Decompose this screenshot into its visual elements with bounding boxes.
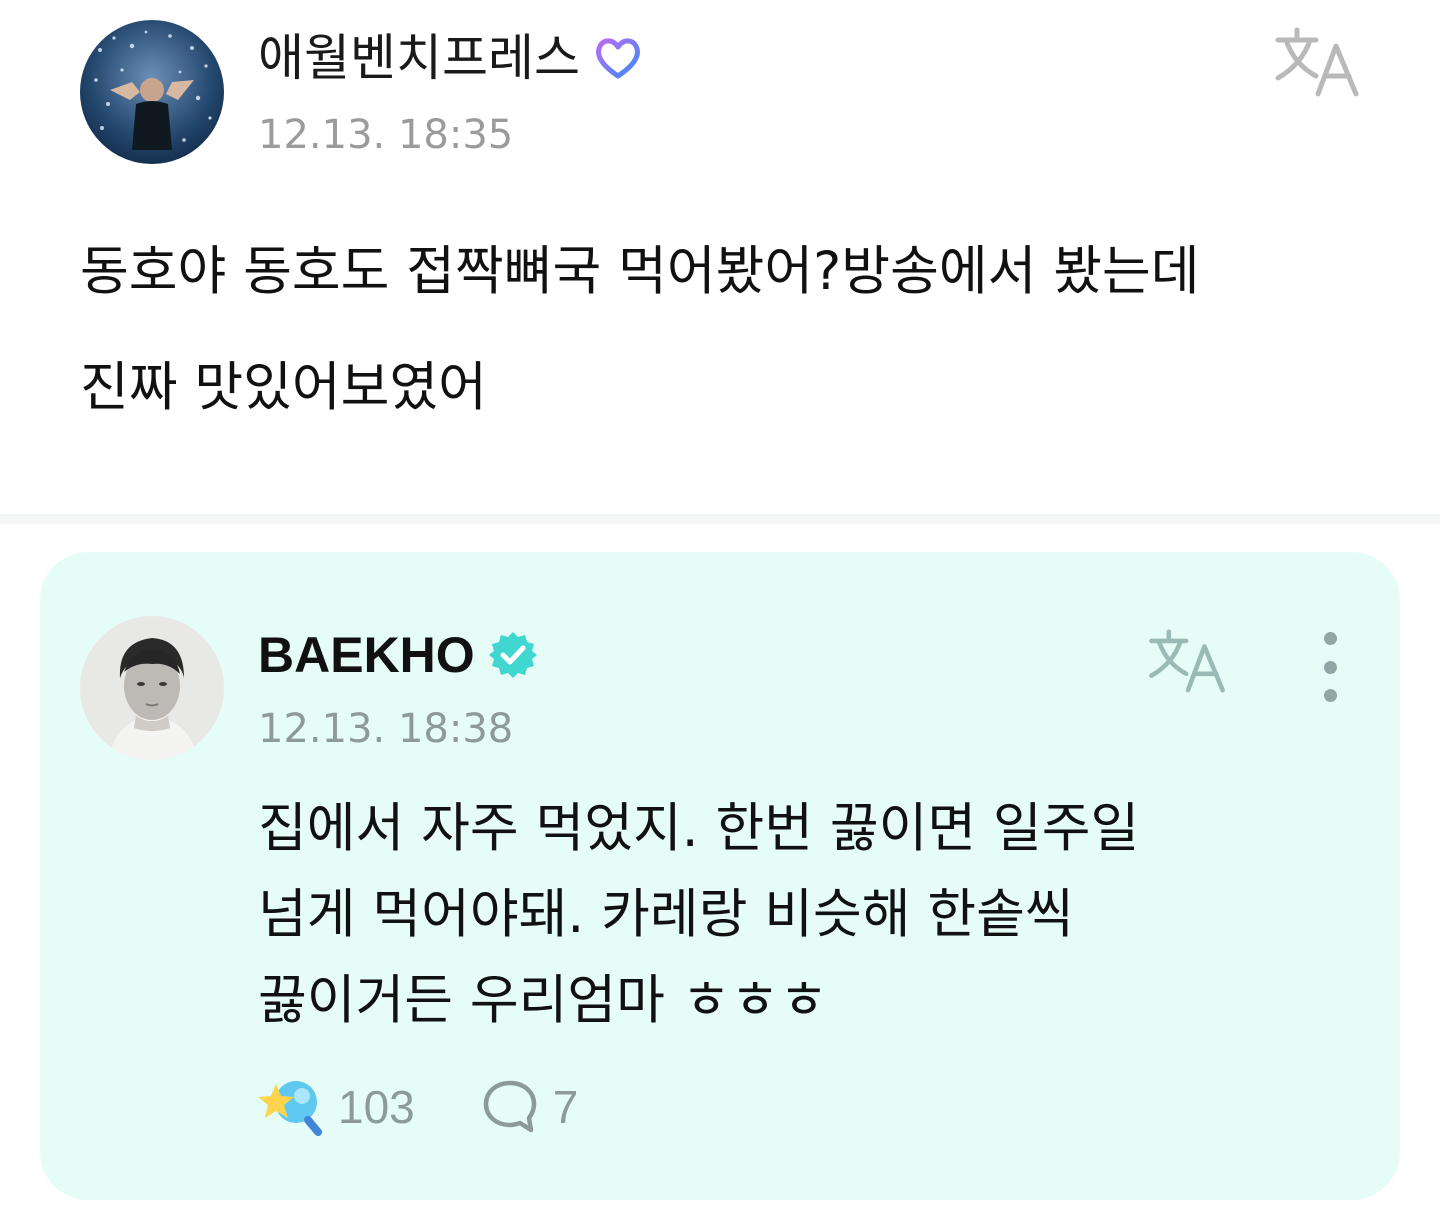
artist-timestamp: 12.13. 18:38 <box>258 706 514 752</box>
more-vertical-icon-dot <box>1323 689 1337 702</box>
artist-author-name[interactable]: BAEKHO <box>258 624 475 686</box>
artist-reply-body: 집에서 자주 먹었지. 한번 끓이면 일주일 넘게 먹어야돼. 카레랑 비슷해 … <box>258 798 1140 1031</box>
comment-count: 7 <box>552 1081 579 1133</box>
artist-avatar[interactable] <box>80 616 224 760</box>
artist-avatar-image <box>80 616 224 760</box>
like-button[interactable]: 103 <box>258 1076 415 1138</box>
fan-post-body: 동호야 동호도 접짝뼈국 먹어봤어?방송에서 봤는데 진짜 맛있어보였어 <box>80 241 1200 418</box>
fan-post: 애월벤치프레스 12.13. 18:35 동호야 동호도 접짝뼈국 먹어봤어?방… <box>0 0 1440 514</box>
more-vertical-icon-dot <box>1323 660 1337 674</box>
fan-author[interactable]: 애월벤치프레스 <box>258 28 646 88</box>
fan-timestamp: 12.13. 18:35 <box>258 112 514 158</box>
artist-author[interactable]: BAEKHO <box>258 624 539 686</box>
fan-author-name[interactable]: 애월벤치프레스 <box>258 28 580 88</box>
fan-avatar[interactable] <box>80 20 224 164</box>
reply-actions: 103 7 <box>258 1072 578 1142</box>
more-options-button[interactable] <box>1308 632 1352 702</box>
verified-check-icon <box>488 632 537 678</box>
section-divider <box>0 514 1440 524</box>
comment-bubble-icon <box>483 1080 536 1133</box>
heart-badge-icon <box>596 38 640 79</box>
translate-icon[interactable] <box>1146 628 1230 694</box>
star-reaction-icon <box>258 1081 322 1136</box>
comment-thread: 애월벤치프레스 12.13. 18:35 동호야 동호도 접짝뼈국 먹어봤어?방… <box>0 0 1440 1223</box>
translate-icon[interactable] <box>1272 26 1364 98</box>
like-count: 103 <box>338 1081 415 1133</box>
more-vertical-icon <box>1323 632 1337 645</box>
comment-button[interactable]: 7 <box>481 1078 579 1136</box>
fan-avatar-image <box>80 20 224 164</box>
artist-reply-card: BAEKHO 12.13. 18:38 집에서 자주 먹었지. 한번 끓이면 일… <box>40 552 1400 1200</box>
